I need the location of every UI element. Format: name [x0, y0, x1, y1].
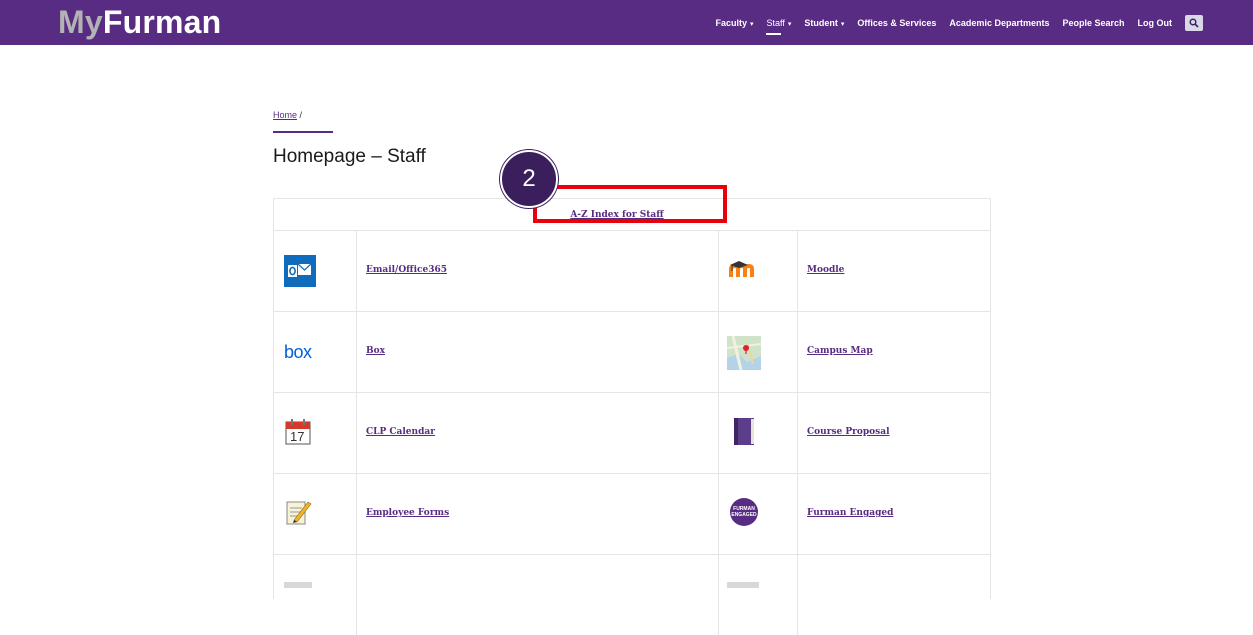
book-icon[interactable]	[731, 417, 757, 452]
links-table: A-Z Index for Staff Email/Office365 Mood…	[273, 198, 991, 635]
step-number-badge: 2	[500, 150, 558, 208]
moodle-icon[interactable]	[727, 255, 759, 292]
nav-staff[interactable]: Staff ▾	[766, 17, 792, 35]
breadcrumb-home-link[interactable]: Home	[273, 110, 297, 120]
table-cell-icon	[719, 312, 798, 392]
table-row	[274, 555, 990, 635]
nav-student-label: Student	[804, 17, 838, 28]
table-cell-link: Campus Map	[798, 312, 990, 392]
myfurman-logo[interactable]: MyFurman	[58, 4, 221, 40]
table-cell-icon: 17	[274, 393, 357, 473]
table-cell-link	[798, 555, 990, 635]
furman-engaged-icon[interactable]: FURMAN ENGAGED	[730, 498, 758, 531]
box-icon[interactable]: box	[284, 342, 312, 363]
page-title: Homepage – Staff	[273, 146, 426, 167]
top-navigation-bar: MyFurman Faculty ▾ Staff ▾ Student ▾ Office…	[0, 0, 1253, 45]
outlook-icon[interactable]	[284, 255, 316, 292]
table-cell-link: Furman Engaged	[798, 474, 990, 554]
nav-academic-departments[interactable]: Academic Departments	[949, 18, 1049, 28]
forms-icon[interactable]	[284, 498, 312, 531]
search-icon	[1189, 17, 1199, 28]
course-proposal-link[interactable]: Course Proposal	[807, 427, 890, 437]
nav-faculty[interactable]: Faculty ▾	[715, 18, 753, 28]
chevron-down-icon: ▾	[787, 20, 792, 28]
table-cell-link: Email/Office365	[357, 231, 719, 311]
furman-engaged-link[interactable]: Furman Engaged	[807, 508, 893, 518]
table-cell-link: Employee Forms	[357, 474, 719, 554]
moodle-link[interactable]: Moodle	[807, 265, 844, 275]
table-cell-icon	[719, 555, 798, 635]
partial-icon	[727, 575, 759, 593]
box-logo-text: box	[284, 342, 312, 362]
table-cell-icon	[719, 393, 798, 473]
table-cell-link: CLP Calendar	[357, 393, 719, 473]
table-cell-link: Box	[357, 312, 719, 392]
table-row: 17 CLP Calendar Course Proposal	[274, 393, 990, 474]
search-button[interactable]	[1185, 14, 1203, 31]
table-row: Employee Forms FURMAN ENGAGED Furman Eng…	[274, 474, 990, 555]
box-link[interactable]: Box	[366, 346, 385, 356]
chevron-down-icon: ▾	[840, 20, 845, 28]
breadcrumb: Home /	[273, 110, 302, 120]
highlight-box	[533, 185, 727, 223]
table-cell-link: Moodle	[798, 231, 990, 311]
table-cell-link: Course Proposal	[798, 393, 990, 473]
table-cell-icon	[274, 474, 357, 554]
main-nav: Faculty ▾ Staff ▾ Student ▾ Offices & Servi…	[702, 0, 1203, 45]
email-office365-link[interactable]: Email/Office365	[366, 265, 447, 275]
nav-student[interactable]: Student ▾	[804, 18, 844, 28]
nav-faculty-label: Faculty	[715, 17, 747, 28]
map-icon[interactable]	[726, 335, 762, 375]
logo-furman: Furman	[102, 4, 222, 40]
table-cell-icon	[274, 231, 357, 311]
table-cell-icon: FURMAN ENGAGED	[719, 474, 798, 554]
table-row: Email/Office365 Moodle	[274, 231, 990, 312]
chevron-down-icon: ▾	[749, 20, 754, 28]
nav-people-search[interactable]: People Search	[1062, 18, 1124, 28]
employee-forms-link[interactable]: Employee Forms	[366, 508, 449, 518]
table-cell-icon: box	[274, 312, 357, 392]
logo-my: My	[58, 4, 103, 40]
nav-log-out[interactable]: Log Out	[1138, 18, 1173, 28]
breadcrumb-underline	[273, 131, 333, 133]
table-cell-icon	[719, 231, 798, 311]
calendar-day-number: 17	[290, 429, 305, 444]
table-cell-icon	[274, 555, 357, 635]
engaged-logo-text-2: ENGAGED	[731, 512, 757, 518]
campus-map-link[interactable]: Campus Map	[807, 346, 873, 356]
table-cell-link	[357, 555, 719, 635]
nav-staff-label: Staff	[766, 17, 785, 28]
breadcrumb-separator: /	[299, 110, 303, 120]
calendar-icon[interactable]: 17	[284, 418, 312, 451]
nav-offices-services[interactable]: Offices & Services	[857, 18, 936, 28]
partial-icon	[284, 575, 312, 593]
clp-calendar-link[interactable]: CLP Calendar	[366, 427, 435, 437]
table-row: box Box Campus Map	[274, 312, 990, 393]
